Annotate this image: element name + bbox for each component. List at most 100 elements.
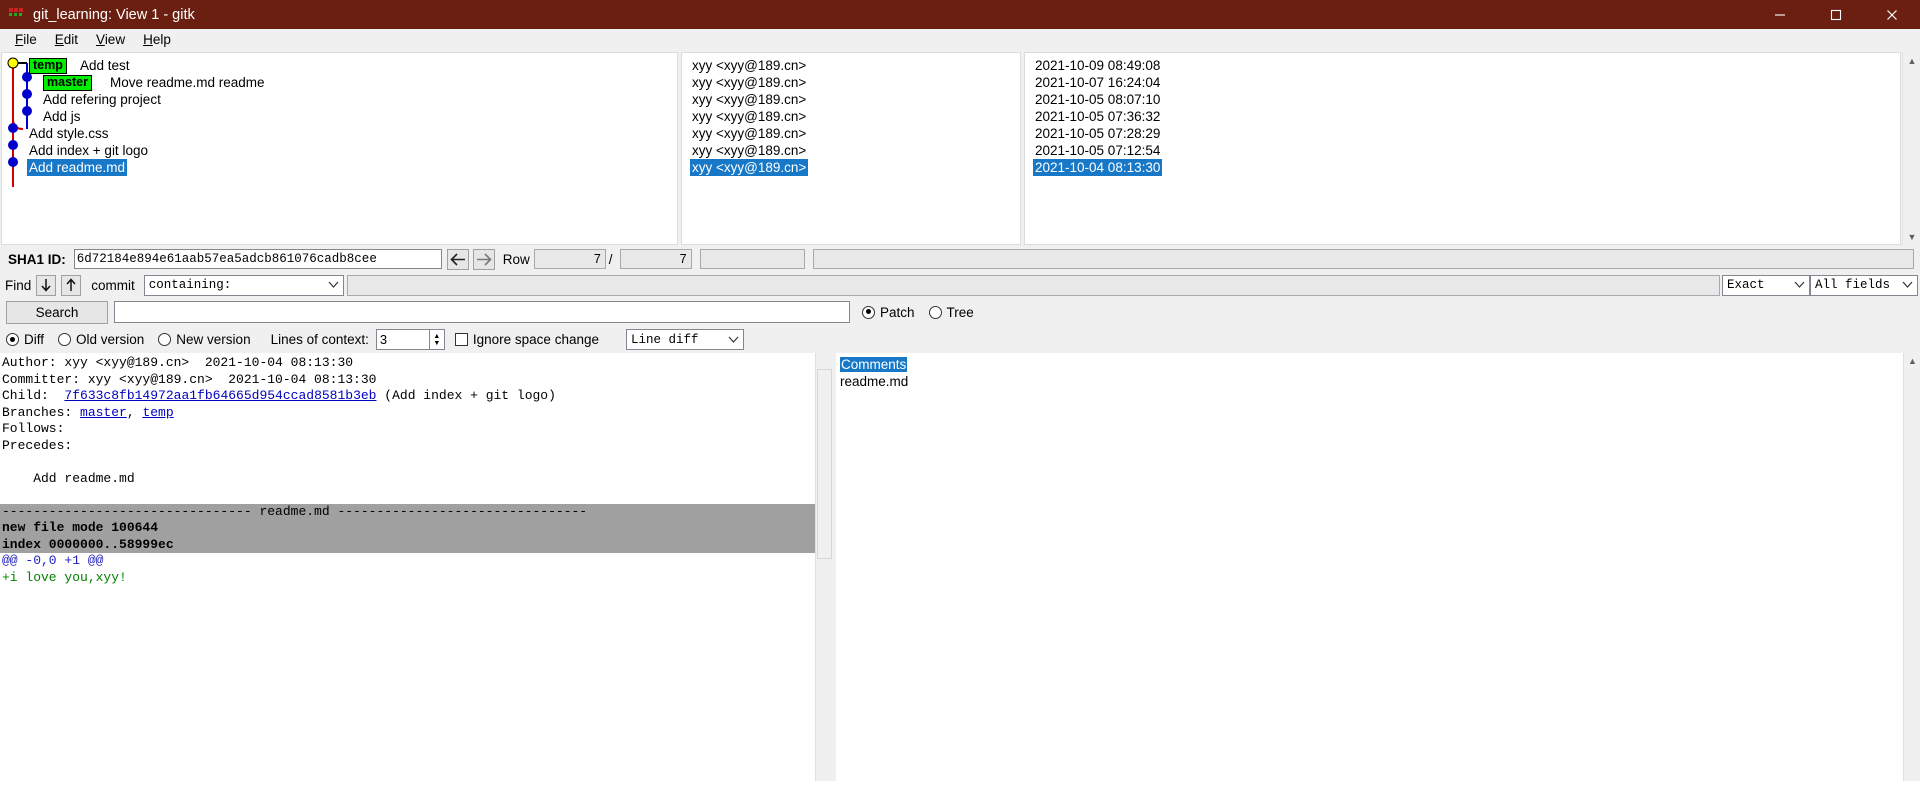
file-list-pane[interactable]: Comments readme.md ▲ — [836, 353, 1920, 781]
author-row: xyy <xyy@189.cn> — [682, 91, 1020, 108]
patch-tree-radio-group: Patch Tree — [862, 305, 988, 320]
author-name: xyy <xyy@189.cn> — [692, 126, 807, 141]
chevron-down-icon — [728, 333, 739, 347]
diff-line-commit-message: Add readme.md — [2, 470, 135, 486]
lines-of-context-stepper[interactable]: ▲ ▼ — [429, 329, 445, 350]
minimize-icon[interactable] — [1752, 0, 1808, 29]
commit-row[interactable]: Add js — [2, 108, 677, 125]
search-input[interactable] — [114, 301, 850, 323]
tree-radio[interactable] — [928, 305, 942, 319]
menu-view[interactable]: View — [87, 31, 134, 48]
file-list-scrollbar[interactable]: ▲ — [1903, 353, 1920, 781]
commit-date-pane[interactable]: 2021-10-09 08:49:08 2021-10-07 16:24:04 … — [1024, 52, 1901, 245]
commit-message: Add test — [80, 58, 130, 73]
file-item-readme: readme.md — [840, 374, 909, 389]
commit-list-area: temp Add test master Move readme.md read… — [0, 51, 1920, 246]
diff-view[interactable]: Author: xyy <xyy@189.cn> 2021-10-04 08:1… — [0, 353, 832, 781]
author-rows: xyy <xyy@189.cn> xyy <xyy@189.cn> xyy <x… — [682, 53, 1020, 176]
diff-radio[interactable] — [6, 333, 19, 346]
commit-author-pane[interactable]: xyy <xyy@189.cn> xyy <xyy@189.cn> xyy <x… — [681, 52, 1021, 245]
diff-scrollbar-thumb[interactable] — [817, 369, 832, 559]
chevron-down-icon — [1902, 278, 1913, 292]
stepper-up-icon[interactable]: ▲ — [433, 333, 440, 340]
old-version-radio[interactable] — [58, 333, 72, 346]
find-exact-value: Exact — [1727, 278, 1765, 292]
window-controls — [1752, 0, 1920, 29]
diff-scrollbar[interactable] — [815, 353, 832, 781]
menu-edit[interactable]: Edit — [46, 31, 87, 48]
title-bar: git_learning: View 1 - gitk — [0, 0, 1920, 29]
author-row: xyy <xyy@189.cn> — [682, 74, 1020, 91]
find-fields-select[interactable]: All fields — [1810, 274, 1918, 296]
sha1-input[interactable]: 6d72184e894e61aab57ea5adcb861076cadb8cee — [73, 249, 442, 269]
row-current-input[interactable]: 7 — [533, 249, 606, 269]
arrow-left-icon[interactable] — [446, 248, 469, 270]
new-version-label: New version — [176, 332, 251, 347]
sha1-label: SHA1 ID: — [8, 251, 66, 267]
list-item[interactable]: Comments — [836, 356, 1920, 373]
bottom-panes: Author: xyy <xyy@189.cn> 2021-10-04 08:1… — [0, 353, 1920, 781]
arrow-down-icon[interactable] — [36, 274, 57, 296]
find-fields-value: All fields — [1815, 278, 1891, 292]
author-row: xyy <xyy@189.cn> — [682, 57, 1020, 74]
ignore-space-label: Ignore space change — [472, 332, 599, 347]
search-button[interactable]: Search — [6, 300, 108, 324]
menu-file[interactable]: File — [6, 31, 46, 48]
find-mode-select[interactable]: containing: — [143, 274, 344, 296]
window-title: git_learning: View 1 - gitk — [33, 6, 195, 23]
ignore-space-checkbox[interactable] — [454, 333, 468, 346]
patch-radio[interactable] — [862, 305, 875, 319]
diff-line-blank — [0, 454, 832, 471]
find-input[interactable] — [346, 274, 1720, 296]
commit-graph-pane[interactable]: temp Add test master Move readme.md read… — [1, 52, 678, 245]
commit-message: Add readme.md — [27, 159, 128, 176]
commit-date: 2021-10-05 08:07:10 — [1035, 92, 1161, 107]
find-mode-value: containing: — [148, 278, 232, 292]
diff-options-toolbar: Diff Old version New version Lines of co… — [0, 326, 1920, 353]
author-name: xyy <xyy@189.cn> — [692, 109, 807, 124]
lines-of-context-input[interactable]: 3 — [375, 329, 430, 350]
sha1-toolbar: SHA1 ID: 6d72184e894e61aab57ea5adcb86107… — [0, 246, 1920, 272]
commit-label: commit — [91, 277, 135, 293]
close-icon[interactable] — [1864, 0, 1920, 29]
commit-row[interactable]: Add index + git logo — [2, 142, 677, 159]
ref-tag-temp[interactable]: temp — [29, 58, 67, 74]
diff-label: Diff — [24, 332, 45, 347]
menu-help[interactable]: Help — [134, 31, 180, 48]
list-item[interactable]: readme.md — [836, 373, 1920, 390]
commit-list-scrollbar[interactable]: ▲ ▼ — [1902, 52, 1920, 245]
child-sha-link[interactable]: 7f633c8fb14972aa1fb64665d954ccad8581b3eb — [64, 388, 376, 403]
new-version-radio[interactable] — [158, 333, 172, 346]
ref-tag-master[interactable]: master — [43, 75, 92, 91]
commit-row-selected[interactable]: Add readme.md — [2, 159, 677, 176]
arrow-right-icon[interactable] — [472, 248, 495, 270]
diff-added-line: +i love you,xyy! — [2, 569, 127, 585]
commit-row[interactable]: temp Add test — [2, 57, 677, 74]
stepper-down-icon[interactable]: ▼ — [433, 340, 440, 347]
commit-message: Move readme.md readme — [110, 75, 265, 90]
diff-file-header: -------------------------------- readme.… — [0, 503, 832, 520]
row-total-input: 7 — [619, 249, 692, 269]
find-exact-select[interactable]: Exact — [1722, 274, 1810, 296]
commit-message: Add refering project — [43, 92, 161, 107]
search-toolbar: Search Patch Tree — [0, 298, 1920, 326]
chevron-down-icon — [1794, 278, 1805, 292]
scroll-down-icon[interactable]: ▼ — [1903, 228, 1920, 245]
commit-row[interactable]: Add refering project — [2, 91, 677, 108]
author-row: xyy <xyy@189.cn> — [682, 125, 1020, 142]
find-label: Find — [5, 277, 32, 293]
date-rows: 2021-10-09 08:49:08 2021-10-07 16:24:04 … — [1025, 53, 1900, 176]
sha-extra-field[interactable] — [699, 249, 805, 269]
branch-link-master[interactable]: master — [80, 405, 127, 420]
line-diff-select[interactable]: Line diff — [626, 329, 744, 350]
commit-row[interactable]: Add style.css — [2, 125, 677, 142]
date-row: 2021-10-05 07:12:54 — [1025, 142, 1900, 159]
arrow-up-icon[interactable] — [61, 274, 82, 296]
sha-wide-field[interactable] — [812, 249, 1914, 269]
scroll-up-icon[interactable]: ▲ — [1903, 52, 1920, 69]
maximize-icon[interactable] — [1808, 0, 1864, 29]
commit-date: 2021-10-05 07:36:32 — [1035, 109, 1161, 124]
scroll-up-icon[interactable]: ▲ — [1904, 353, 1920, 369]
commit-row[interactable]: master Move readme.md readme — [2, 74, 677, 91]
branch-link-temp[interactable]: temp — [142, 405, 173, 420]
